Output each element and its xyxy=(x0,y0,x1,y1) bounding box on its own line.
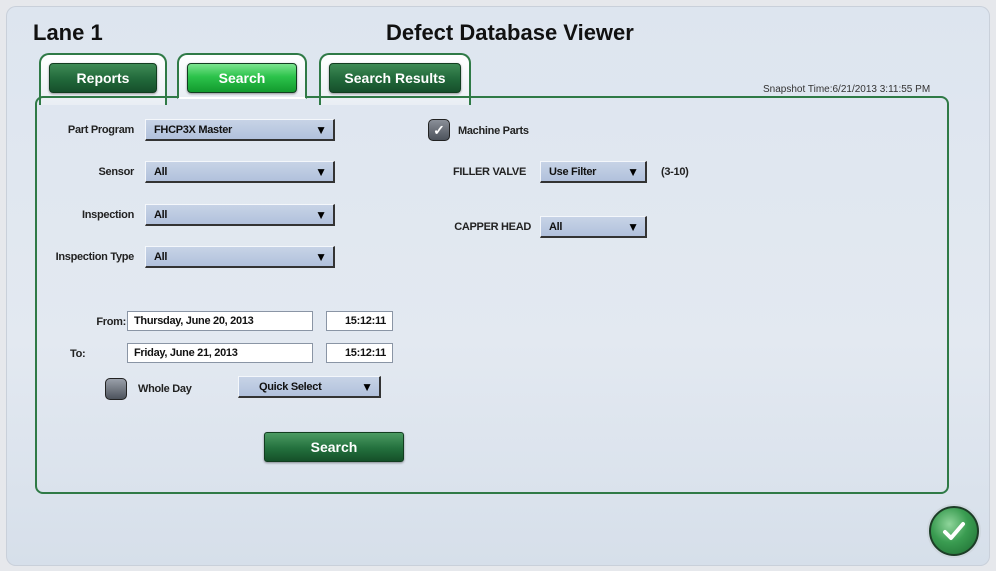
capper-head-dropdown[interactable]: All ▼ xyxy=(540,216,647,238)
inspection-value: All xyxy=(154,209,168,221)
checkmark-icon xyxy=(943,522,965,540)
sensor-label: Sensor xyxy=(98,166,135,178)
capper-head-value: All xyxy=(549,221,563,233)
inspection-type-label: Inspection Type xyxy=(55,251,135,263)
part-program-dropdown[interactable]: FHCP3X Master ▼ xyxy=(145,119,335,141)
tab-search-results-label[interactable]: Search Results xyxy=(329,63,461,93)
tab-search-label[interactable]: Search xyxy=(187,63,297,93)
from-date-field[interactable]: Thursday, June 20, 2013 xyxy=(127,311,313,331)
part-program-value: FHCP3X Master xyxy=(154,124,233,136)
chevron-down-icon: ▼ xyxy=(627,165,639,179)
tab-reports-label[interactable]: Reports xyxy=(49,63,157,93)
quick-select-value: Quick Select xyxy=(259,381,322,393)
chevron-down-icon: ▼ xyxy=(627,220,639,234)
ok-button[interactable] xyxy=(929,506,979,556)
search-panel xyxy=(35,96,949,494)
filler-valve-label: FILLER VALVE xyxy=(453,166,526,178)
inspection-type-dropdown[interactable]: All ▼ xyxy=(145,246,335,268)
machine-parts-checkbox[interactable]: ✓ xyxy=(428,119,450,141)
filler-valve-range: (3-10) xyxy=(661,166,689,178)
checkmark-icon: ✓ xyxy=(433,121,445,138)
quick-select-dropdown[interactable]: Quick Select ▼ xyxy=(238,376,381,398)
sensor-value: All xyxy=(154,166,168,178)
inspection-dropdown[interactable]: All ▼ xyxy=(145,204,335,226)
inspection-label: Inspection xyxy=(81,209,134,221)
tab-search[interactable]: Search xyxy=(177,53,307,99)
filler-valve-dropdown[interactable]: Use Filter ▼ xyxy=(540,161,647,183)
defect-database-viewer-window: Lane 1 Defect Database Viewer Reports Se… xyxy=(6,6,990,566)
to-date-field[interactable]: Friday, June 21, 2013 xyxy=(127,343,313,363)
inspection-type-value: All xyxy=(154,251,168,263)
whole-day-checkbox[interactable] xyxy=(105,378,127,400)
to-label: To: xyxy=(70,348,86,360)
machine-parts-label: Machine Parts xyxy=(458,125,529,137)
chevron-down-icon: ▼ xyxy=(315,208,327,222)
chevron-down-icon: ▼ xyxy=(315,123,327,137)
capper-head-label: CAPPER HEAD xyxy=(454,221,531,233)
page-title: Defect Database Viewer xyxy=(386,20,634,45)
filler-valve-value: Use Filter xyxy=(549,166,597,178)
whole-day-label: Whole Day xyxy=(138,383,192,395)
to-time-field[interactable]: 15:12:11 xyxy=(326,343,393,363)
chevron-down-icon: ▼ xyxy=(315,165,327,179)
snapshot-time: Snapshot Time:6/21/2013 3:11:55 PM xyxy=(763,84,931,95)
from-label: From: xyxy=(96,316,126,328)
part-program-label: Part Program xyxy=(67,124,134,136)
search-button[interactable]: Search xyxy=(264,432,404,462)
lane-label: Lane 1 xyxy=(33,20,103,45)
sensor-dropdown[interactable]: All ▼ xyxy=(145,161,335,183)
chevron-down-icon: ▼ xyxy=(315,250,327,264)
from-time-field[interactable]: 15:12:11 xyxy=(326,311,393,331)
chevron-down-icon: ▼ xyxy=(361,380,373,394)
